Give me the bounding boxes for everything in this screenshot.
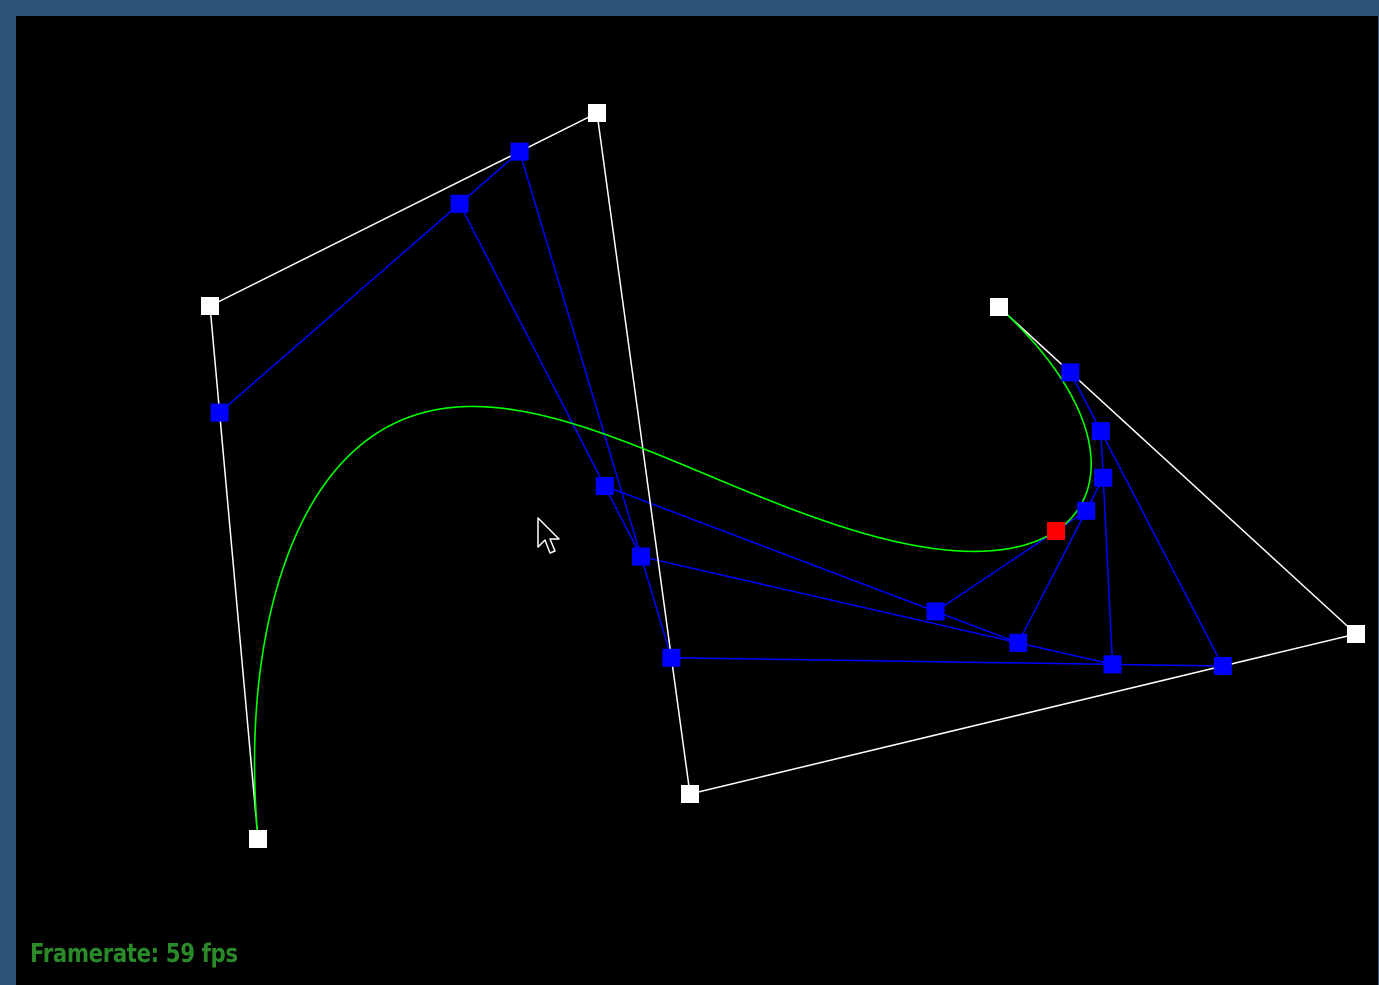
arrow-cursor-icon	[537, 517, 560, 554]
bezier-scene[interactable]	[16, 16, 1378, 985]
intermediate-point	[450, 194, 469, 213]
app-window: Framerate: 59 fps	[0, 0, 1379, 985]
intermediate-point	[926, 602, 945, 621]
intermediate-point	[1061, 363, 1080, 382]
construction-line	[518, 151, 673, 659]
framerate-label: Framerate: 59 fps	[30, 939, 238, 969]
intermediate-point	[1094, 468, 1113, 487]
intermediate-point	[1103, 655, 1122, 674]
construction-line	[1100, 431, 1114, 665]
curve-point-marker	[1047, 521, 1066, 540]
control-polygon-edge	[998, 306, 1357, 635]
construction-line	[219, 151, 521, 414]
control-polygon-edge	[209, 112, 598, 307]
intermediate-point	[1077, 501, 1096, 520]
control-polygon-edge	[596, 112, 691, 795]
intermediate-point	[1213, 657, 1232, 675]
construction-line	[458, 203, 642, 557]
control-point[interactable]	[249, 830, 267, 848]
intermediate-point	[210, 403, 229, 422]
intermediate-point	[510, 142, 529, 161]
intermediate-point	[632, 547, 651, 566]
control-point[interactable]	[1347, 625, 1365, 643]
control-point[interactable]	[588, 104, 606, 122]
intermediate-point	[595, 477, 614, 496]
construction-line	[640, 555, 1113, 666]
intermediate-point	[1009, 633, 1028, 652]
control-polygon-edge	[689, 633, 1357, 795]
control-point[interactable]	[990, 298, 1008, 316]
control-point[interactable]	[201, 297, 219, 315]
intermediate-point	[1091, 422, 1110, 441]
bezier-curve	[253, 306, 1092, 840]
control-point[interactable]	[681, 785, 699, 803]
render-canvas[interactable]: Framerate: 59 fps	[16, 16, 1378, 985]
construction-line	[671, 657, 1223, 667]
intermediate-point	[662, 648, 681, 667]
